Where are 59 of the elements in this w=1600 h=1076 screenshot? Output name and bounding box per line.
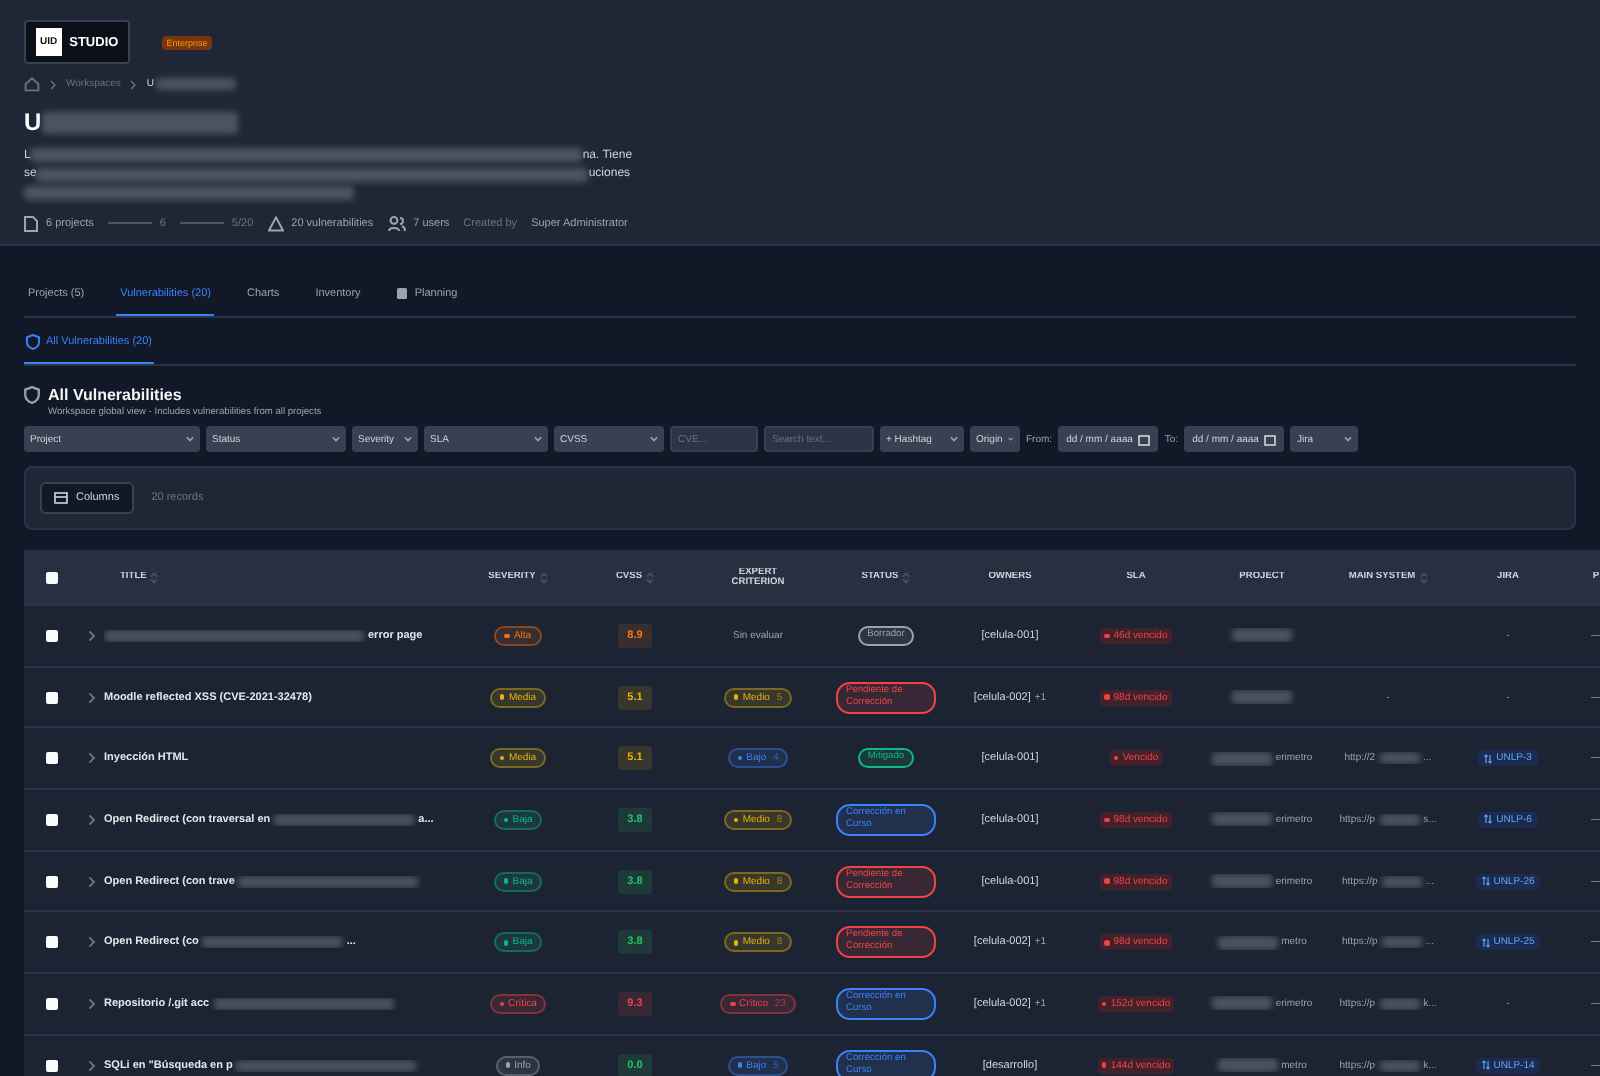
users-icon (387, 215, 406, 231)
row-checkbox[interactable] (46, 629, 58, 642)
blurred-text (1232, 690, 1292, 705)
warning-icon (267, 215, 284, 231)
blurred-text (1211, 751, 1272, 766)
shield-icon (24, 386, 40, 404)
blurred-text (156, 78, 237, 90)
shield-icon[interactable] (26, 334, 40, 350)
expand-chevron-icon[interactable] (88, 997, 96, 1010)
blurred-text (1217, 935, 1278, 950)
blurred-text (1379, 1059, 1420, 1072)
caret-icon[interactable] (534, 436, 542, 442)
blurred-text (1379, 997, 1420, 1010)
expand-chevron-icon[interactable] (88, 691, 96, 704)
blurred-text (1379, 813, 1420, 826)
expand-chevron-icon[interactable] (88, 813, 96, 826)
caret-icon[interactable] (650, 436, 658, 442)
expand-chevron-icon[interactable] (88, 1059, 96, 1072)
blurred-text (1232, 628, 1292, 643)
clipboard-icon[interactable] (396, 286, 409, 300)
row-checkbox[interactable] (46, 875, 58, 888)
section-title: All Vulnerabilities (48, 386, 182, 404)
blurred-text (1211, 996, 1272, 1011)
sync-icon[interactable] (1481, 876, 1490, 887)
calendar-icon[interactable] (1264, 433, 1277, 445)
workspace-title: U (24, 108, 42, 136)
row-checkbox[interactable] (46, 813, 58, 826)
blurred-text (1211, 812, 1272, 827)
chevron-icon (50, 79, 56, 89)
caret-icon[interactable] (404, 436, 412, 442)
expand-chevron-icon[interactable] (88, 752, 96, 765)
blurred-text (1217, 1058, 1278, 1073)
caret-icon[interactable] (332, 436, 340, 442)
expand-chevron-icon[interactable] (88, 936, 96, 949)
calendar-icon[interactable] (1138, 433, 1151, 445)
row-checkbox[interactable] (46, 691, 58, 704)
expand-chevron-icon[interactable] (88, 629, 96, 642)
document-icon (24, 215, 38, 231)
blurred-text (1381, 936, 1422, 949)
home-icon[interactable] (24, 76, 40, 92)
row-checkbox[interactable] (46, 1059, 58, 1072)
caret-icon[interactable] (1344, 436, 1353, 442)
expand-chevron-icon[interactable] (88, 875, 96, 888)
sync-icon[interactable] (1484, 753, 1493, 764)
caret-icon[interactable] (950, 436, 958, 442)
sync-icon[interactable] (1481, 1060, 1490, 1071)
row-checkbox[interactable] (46, 752, 58, 765)
row-checkbox[interactable] (46, 936, 58, 949)
select-all-checkbox[interactable] (46, 571, 58, 583)
blurred-text (1381, 875, 1422, 888)
caret-icon[interactable] (1008, 436, 1014, 442)
blurred-text (1379, 752, 1420, 765)
chevron-icon (130, 79, 137, 89)
blurred-text (1211, 874, 1272, 889)
sync-icon[interactable] (1484, 814, 1493, 825)
sync-icon[interactable] (1481, 937, 1490, 948)
caret-icon[interactable] (186, 436, 194, 442)
row-checkbox[interactable] (46, 997, 58, 1010)
columns-icon[interactable] (54, 492, 68, 504)
